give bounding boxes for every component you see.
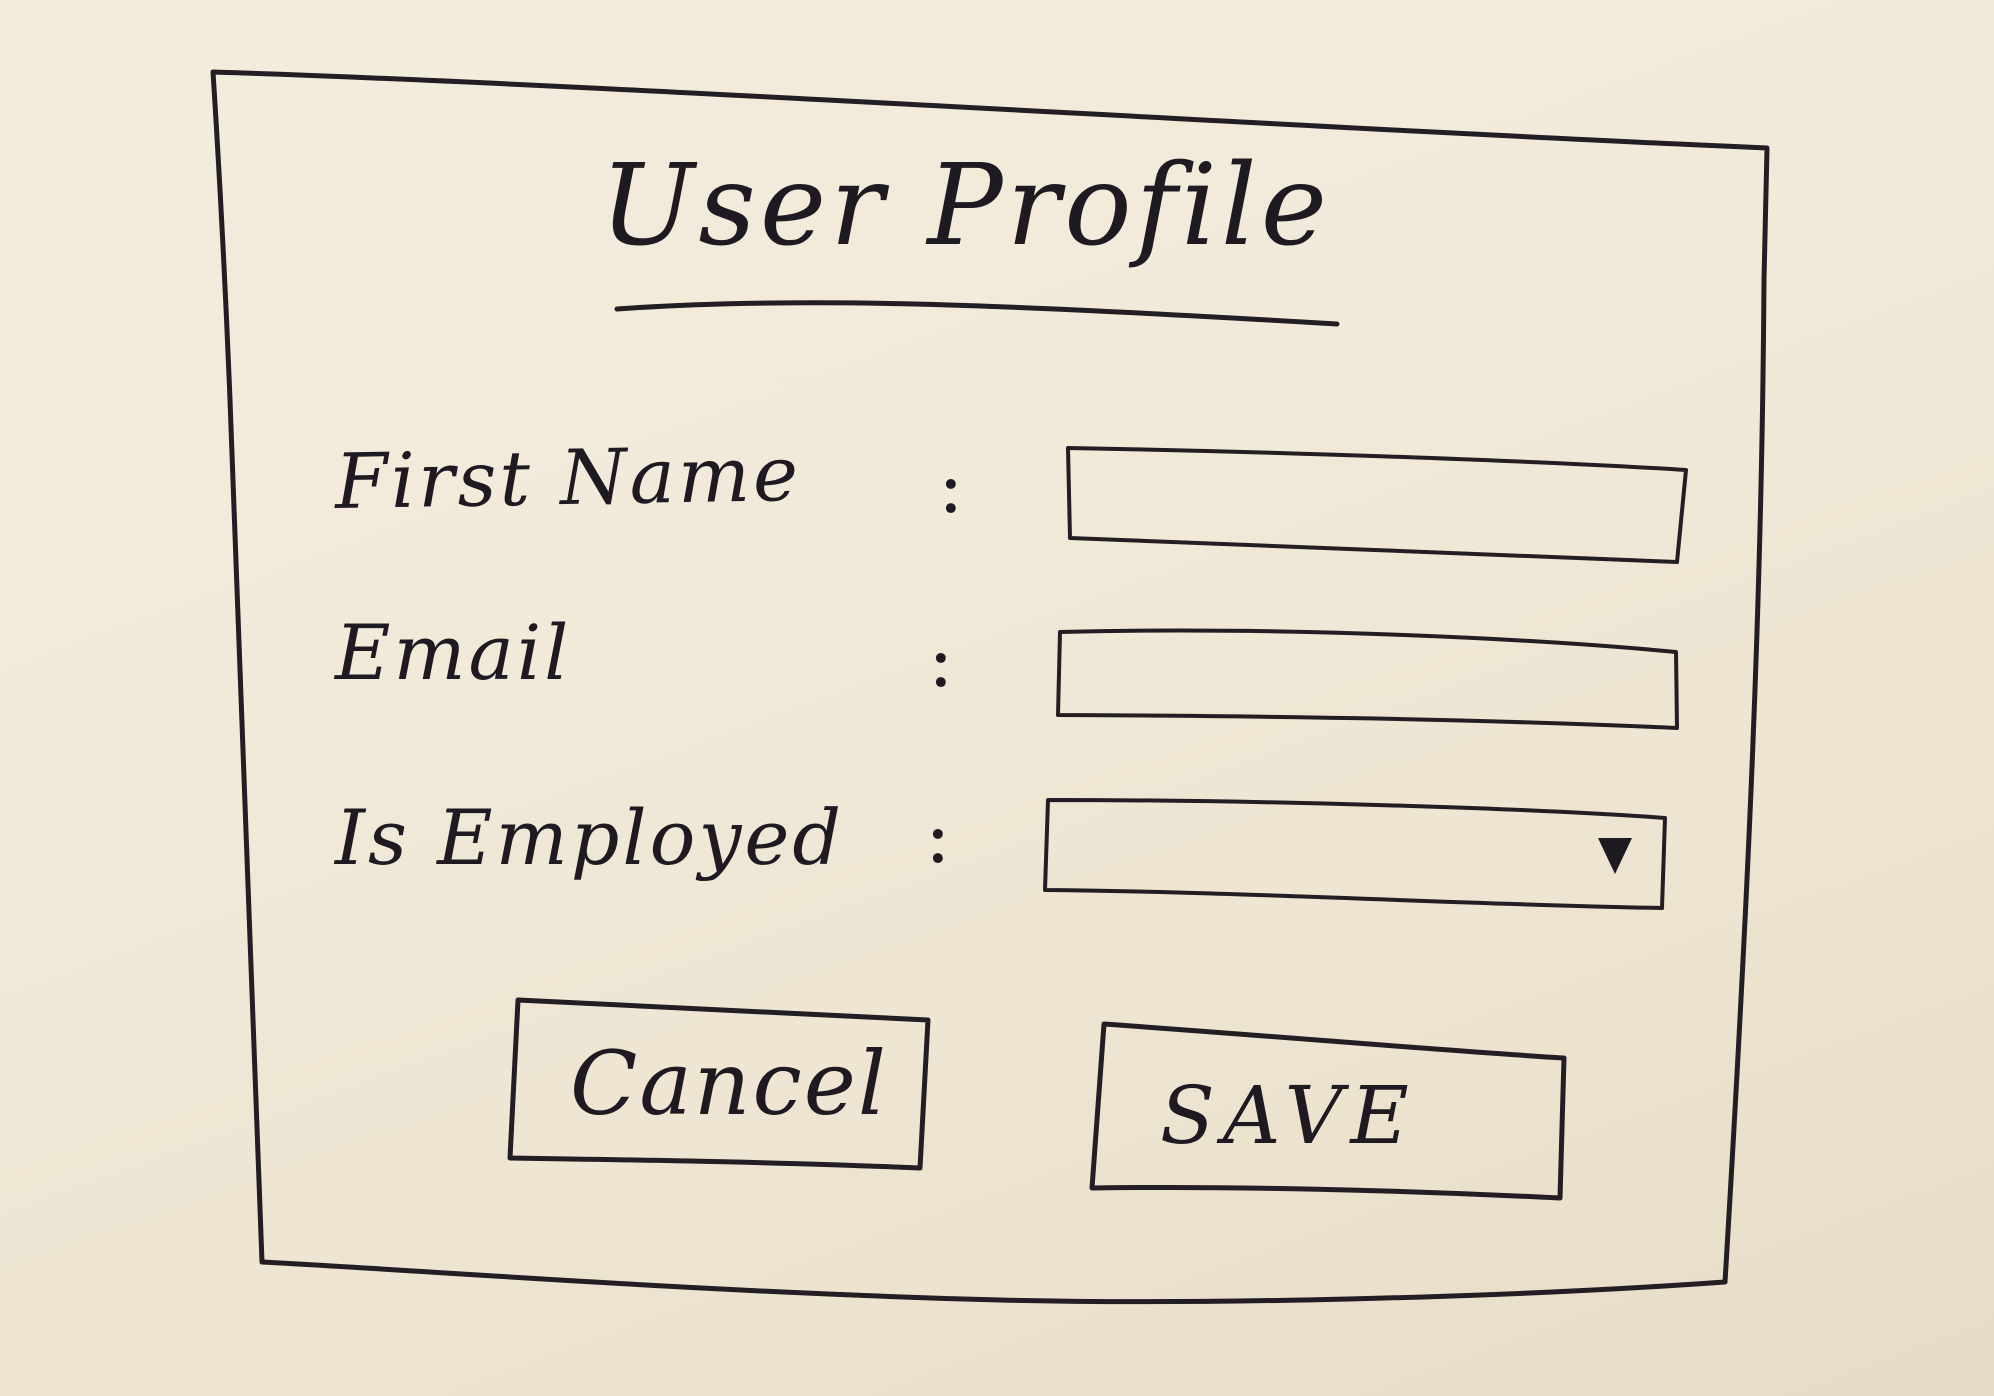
is-employed-select[interactable] [1048, 802, 1648, 902]
save-button-label: SAVE [1160, 1069, 1417, 1162]
first-name-field[interactable] [1072, 458, 1672, 556]
email-label: Email [335, 608, 572, 697]
save-button[interactable]: SAVE [1092, 1024, 1564, 1192]
cancel-button[interactable]: Cancel [510, 1000, 928, 1162]
first-name-label: First Name [334, 428, 802, 527]
page-title: User Profile [600, 141, 1331, 271]
is-employed-label: Is Employed [335, 793, 845, 882]
title-underline [614, 300, 1340, 327]
is-employed-colon: : [925, 791, 951, 880]
chevron-down-icon[interactable] [1598, 838, 1632, 874]
cancel-button-label: Cancel [570, 1032, 888, 1135]
email-colon: : [928, 615, 954, 704]
first-name-colon: : [938, 441, 964, 530]
email-field[interactable] [1060, 635, 1670, 725]
